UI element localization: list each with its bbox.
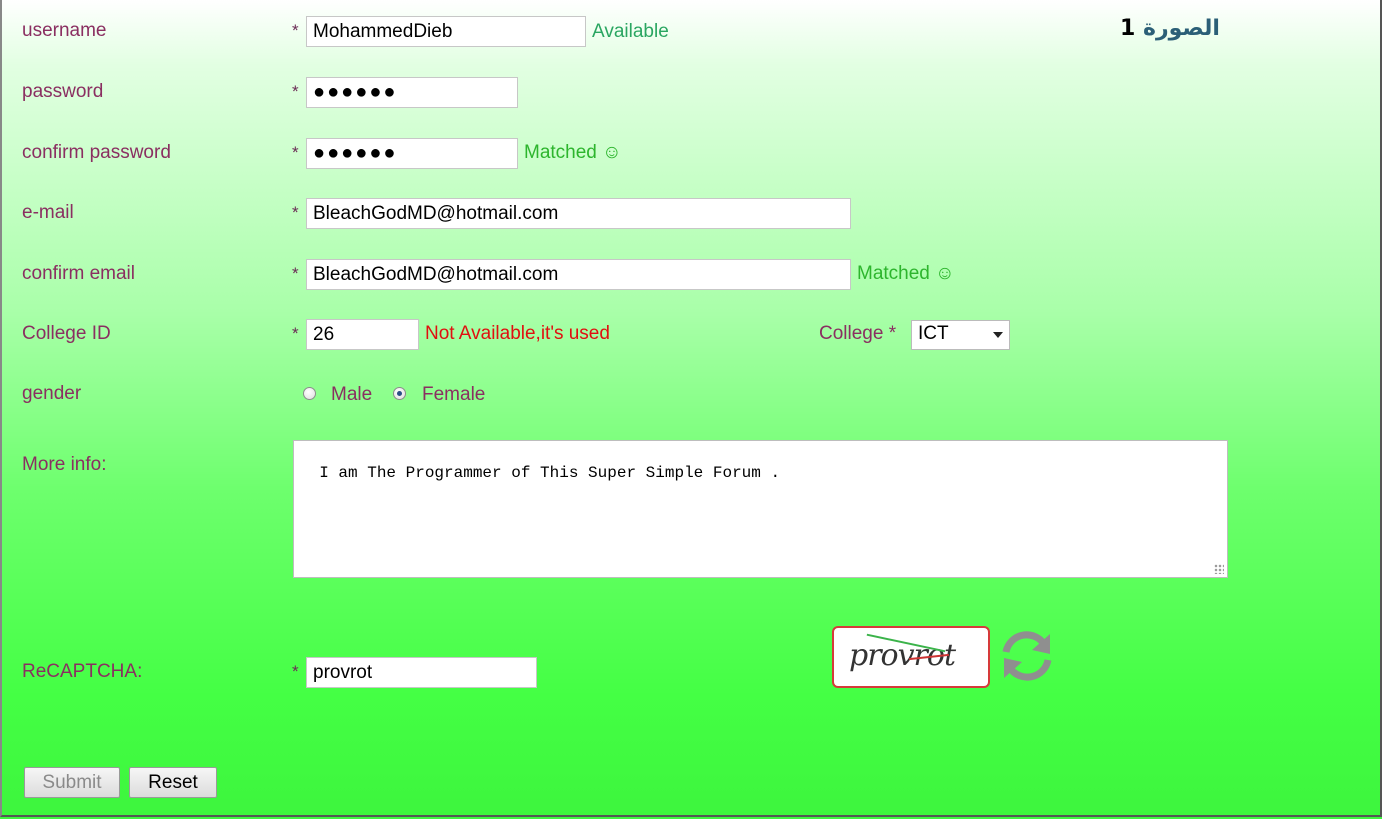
page-frame — [0, 0, 1382, 817]
confirm-password-status: Matched ☺ — [524, 142, 622, 163]
password-required-mark: * — [292, 82, 299, 101]
username-status: Available — [592, 21, 669, 42]
confirm-password-input[interactable]: ●●●●●● — [306, 138, 518, 169]
more-info-textarea[interactable]: I am The Programmer of This Super Simple… — [293, 440, 1228, 578]
college-select[interactable]: ICT — [911, 320, 1010, 350]
gender-label: gender — [22, 383, 82, 404]
username-input[interactable]: MohammedDieb — [306, 16, 586, 47]
refresh-icon[interactable] — [998, 630, 1056, 682]
recaptcha-required-mark: * — [292, 662, 299, 681]
password-input[interactable]: ●●●●●● — [306, 77, 518, 108]
college-id-input[interactable]: 26 — [306, 319, 419, 350]
submit-button[interactable]: Submit — [24, 767, 120, 798]
caption-number: 1 — [1120, 16, 1136, 41]
password-label: password — [22, 81, 104, 102]
college-select-value: ICT — [918, 323, 949, 344]
username-label: username — [22, 20, 107, 41]
caption-text: الصورة — [1142, 16, 1220, 41]
confirm-password-required-mark: * — [292, 143, 299, 162]
gender-male-radio[interactable] — [303, 387, 316, 400]
more-info-label: More info: — [22, 454, 107, 475]
captcha-image: provrot — [832, 626, 990, 688]
gender-female-label[interactable]: Female — [422, 384, 485, 406]
resize-grip-icon[interactable] — [1214, 564, 1224, 574]
email-input[interactable]: BleachGodMD@hotmail.com — [306, 198, 851, 229]
email-required-mark: * — [292, 203, 299, 222]
college-id-status: Not Available,it's used — [425, 323, 610, 344]
recaptcha-input[interactable]: provrot — [306, 657, 537, 688]
reset-button[interactable]: Reset — [129, 767, 217, 798]
email-label: e-mail — [22, 202, 74, 223]
chevron-down-icon — [993, 332, 1003, 338]
confirm-email-status: Matched ☺ — [857, 263, 955, 284]
confirm-email-input[interactable]: BleachGodMD@hotmail.com — [306, 259, 851, 290]
username-required-mark: * — [292, 21, 299, 40]
gender-female-radio[interactable] — [393, 387, 406, 400]
gender-male-label[interactable]: Male — [331, 384, 372, 406]
recaptcha-label: ReCAPTCHA: — [22, 661, 143, 682]
figure-caption: الصورة 1 — [1120, 16, 1220, 41]
confirm-password-label: confirm password — [22, 142, 171, 163]
college-label: College * — [819, 323, 897, 344]
college-id-required-mark: * — [292, 324, 299, 343]
college-id-label: College ID — [22, 323, 111, 344]
more-info-text: I am The Programmer of This Super Simple… — [319, 464, 781, 482]
confirm-email-label: confirm email — [22, 263, 135, 284]
confirm-email-required-mark: * — [292, 264, 299, 283]
